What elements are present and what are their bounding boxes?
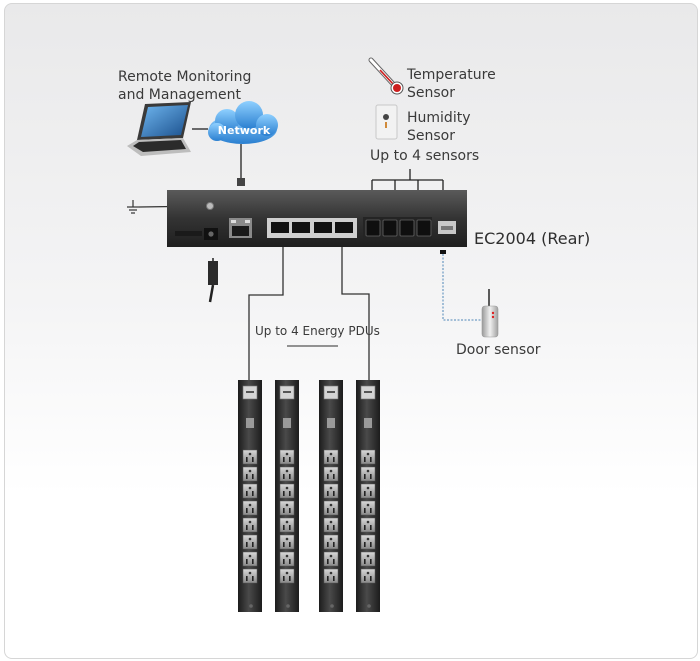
pdu-outlet: [242, 500, 258, 516]
pdu-outlet: [323, 568, 339, 584]
sensor-port-group: [363, 217, 432, 239]
pdu-outlet: [360, 500, 376, 516]
temperature-sensor-icon: [368, 57, 404, 95]
pdu-outlet: [323, 551, 339, 567]
pdu-outlet: [360, 517, 376, 533]
pdu-breaker: [283, 418, 291, 428]
pdu-outlet: [242, 568, 258, 584]
pdu-outlet: [360, 568, 376, 584]
pdu-outlet: [360, 449, 376, 465]
door-sensor-link: [442, 254, 482, 321]
ec2004-device: [167, 190, 467, 247]
pdu-outlet: [242, 466, 258, 482]
pdu-outlet: [242, 483, 258, 499]
ground-screw: [206, 202, 214, 210]
pdu-outlet: [279, 517, 295, 533]
pdu-screw: [249, 604, 253, 608]
humidity-sensor-label-2: Sensor: [407, 128, 455, 144]
pdu-outlet: [323, 534, 339, 550]
pdu-outlet: [323, 483, 339, 499]
pdu-outlet: [279, 449, 295, 465]
pdu-unit: [238, 380, 262, 612]
pdu-outlet: [279, 568, 295, 584]
pdu-breaker: [246, 418, 254, 428]
device-model-label: EC2004 (Rear): [474, 229, 591, 248]
pdu-breaker: [364, 418, 372, 428]
pdu-count-label: Up to 4 Energy PDUs: [255, 324, 380, 338]
network-label: Network: [218, 124, 271, 137]
pdu-outlet: [360, 534, 376, 550]
pdu-outlet: [279, 500, 295, 516]
door-sensor-label: Door sensor: [456, 342, 541, 358]
pdu-outlet: [360, 466, 376, 482]
pdu-outlet: [323, 449, 339, 465]
pdu-outlet: [323, 500, 339, 516]
door-connector: [440, 250, 446, 254]
humidity-sensor-label-1: Humidity: [407, 110, 471, 126]
sensor-connection-lines: [371, 169, 444, 192]
diagram-canvas: Network Remote Monitoring and Management…: [4, 3, 698, 659]
pdu-outlet: [242, 517, 258, 533]
remote-monitoring-label-1: Remote Monitoring: [118, 69, 252, 85]
pdu-outlet: [242, 551, 258, 567]
pdu-outlet: [242, 534, 258, 550]
remote-monitoring-label-2: and Management: [118, 87, 242, 103]
pdu-screw: [330, 604, 334, 608]
humidity-sensor-icon: [375, 104, 398, 140]
power-switch: [175, 231, 202, 236]
sensor-count-label: Up to 4 sensors: [370, 148, 480, 164]
door-sensor-icon: [481, 289, 499, 338]
pdu-outlet: [360, 551, 376, 567]
pdu-outlet: [279, 483, 295, 499]
pdu-outlet: [323, 466, 339, 482]
network-cloud-icon: [208, 101, 278, 144]
pdu-outlet: [279, 534, 295, 550]
temperature-sensor-label-1: Temperature: [407, 67, 496, 83]
pdu-unit: [275, 380, 299, 612]
pdu-screw: [367, 604, 371, 608]
temperature-sensor-label-2: Sensor: [407, 85, 455, 101]
pdu-outlet: [279, 551, 295, 567]
power-plug-icon: [208, 258, 218, 303]
pdu-group: [238, 380, 380, 612]
pdu-breaker: [327, 418, 335, 428]
pdu-outlet: [242, 449, 258, 465]
pdu-screw: [286, 604, 290, 608]
pdu-connection-lines: [248, 247, 370, 382]
laptop-icon: [127, 102, 191, 156]
pdu-outlet: [279, 466, 295, 482]
pdu-unit: [319, 380, 343, 612]
pdu-outlet: [323, 517, 339, 533]
pdu-unit: [356, 380, 380, 612]
lan-connector: [237, 178, 245, 186]
pdu-outlet: [360, 483, 376, 499]
